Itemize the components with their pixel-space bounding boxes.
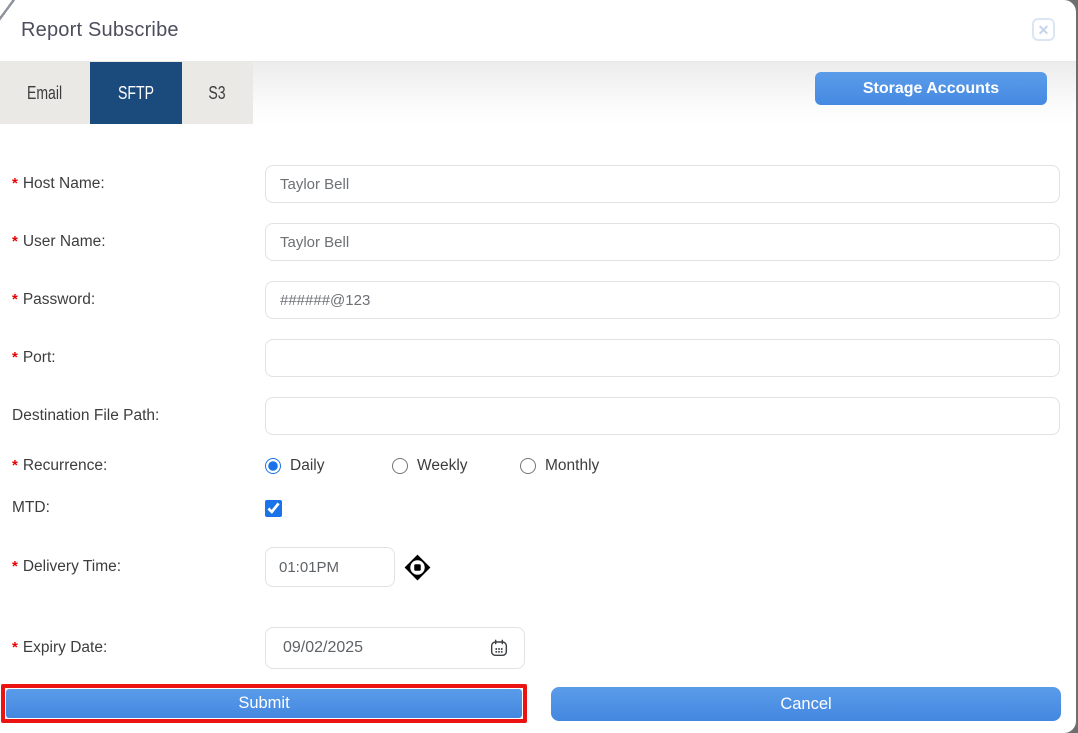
port-label: * Port: [12, 349, 56, 366]
time-picker-button[interactable] [404, 554, 431, 581]
password-row: * Password: [0, 281, 1060, 319]
expiry-date-field [265, 627, 525, 669]
tab-s3[interactable]: S3 [182, 62, 253, 124]
recurrence-monthly-label[interactable]: Monthly [545, 457, 599, 475]
host-name-row: * Host Name: [0, 165, 1060, 203]
recurrence-radio-weekly[interactable] [392, 458, 408, 474]
calendar-icon [490, 639, 508, 657]
password-label: * Password: [12, 291, 96, 308]
mtd-row: MTD: [0, 499, 1060, 517]
expiry-date-label: * Expiry Date: [12, 639, 108, 656]
recurrence-option-daily: Daily [265, 457, 392, 475]
tab-email-label: Email [27, 82, 63, 103]
page-title: Report Subscribe [21, 19, 179, 41]
password-input[interactable] [265, 281, 1060, 319]
destination-file-path-row: Destination File Path: [0, 397, 1060, 435]
tab-strip: Email SFTP S3 Storage Accounts [0, 62, 1076, 124]
modal-header: Report Subscribe ✕ [0, 0, 1076, 62]
required-asterisk: * [12, 175, 18, 192]
mtd-label: MTD: [12, 499, 50, 516]
port-row: * Port: [0, 339, 1060, 377]
expiry-date-input[interactable] [265, 627, 525, 669]
recurrence-label: * Recurrence: [12, 457, 108, 474]
required-asterisk: * [12, 558, 18, 575]
required-asterisk: * [12, 291, 18, 308]
recurrence-radio-group: Daily Weekly Monthly [265, 457, 599, 475]
delivery-time-input[interactable] [265, 547, 395, 587]
tab-email[interactable]: Email [0, 62, 90, 124]
recurrence-weekly-label[interactable]: Weekly [417, 457, 468, 475]
recurrence-row: * Recurrence: Daily Weekly Monthly [0, 456, 1060, 476]
port-input[interactable] [265, 339, 1060, 377]
tab-s3-label: S3 [208, 82, 227, 103]
host-name-label: * Host Name: [12, 175, 105, 192]
required-asterisk: * [12, 639, 18, 656]
recurrence-option-monthly: Monthly [520, 457, 599, 475]
user-name-input[interactable] [265, 223, 1060, 261]
close-button[interactable]: ✕ [1032, 18, 1055, 41]
user-name-row: * User Name: [0, 223, 1060, 261]
expiry-date-row: * Expiry Date: [0, 627, 1060, 669]
submit-button[interactable]: Submit [6, 689, 522, 718]
calendar-button[interactable] [489, 638, 509, 658]
required-asterisk: * [12, 349, 18, 366]
destination-file-path-label: Destination File Path: [12, 407, 160, 424]
recurrence-radio-monthly[interactable] [520, 458, 536, 474]
recurrence-radio-daily[interactable] [265, 458, 281, 474]
recurrence-daily-label[interactable]: Daily [290, 457, 324, 475]
submit-highlight-box: Submit [1, 684, 527, 723]
mtd-checkbox[interactable] [265, 499, 282, 517]
time-picker-icon [404, 554, 431, 580]
delivery-time-label: * Delivery Time: [12, 558, 122, 575]
host-name-input[interactable] [265, 165, 1060, 203]
report-subscribe-modal: Report Subscribe ✕ Email SFTP S3 Storage… [0, 0, 1076, 733]
modal-footer: Submit Cancel [0, 683, 1076, 733]
recurrence-option-weekly: Weekly [392, 457, 520, 475]
required-asterisk: * [12, 457, 18, 474]
tab-sftp-label: SFTP [118, 82, 154, 103]
close-icon: ✕ [1037, 21, 1050, 38]
destination-file-path-input[interactable] [265, 397, 1060, 435]
tab-sftp[interactable]: SFTP [90, 62, 182, 124]
cancel-button[interactable]: Cancel [551, 687, 1061, 721]
user-name-label: * User Name: [12, 233, 106, 250]
required-asterisk: * [12, 233, 18, 250]
sftp-form: * Host Name: * User Name: * Password: * … [0, 124, 1060, 669]
delivery-time-row: * Delivery Time: [0, 547, 1060, 587]
storage-accounts-button[interactable]: Storage Accounts [815, 72, 1047, 105]
